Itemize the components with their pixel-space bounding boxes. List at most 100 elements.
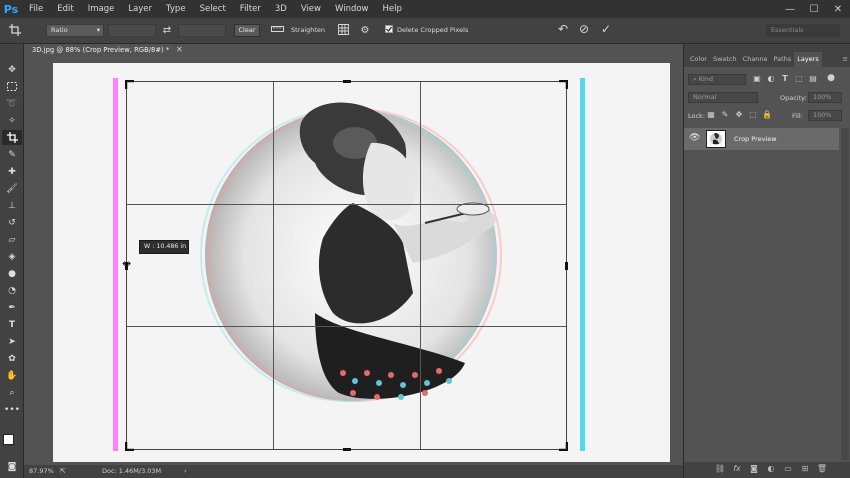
custom-shape-tool-icon[interactable]: ✿ [2, 351, 22, 366]
lock-position-icon[interactable]: ✥ [734, 110, 744, 119]
lock-image-icon[interactable]: ✎ [720, 110, 730, 119]
menu-help[interactable]: Help [376, 0, 409, 18]
layer-filter-kind[interactable]: ⌕ Kind [688, 74, 746, 85]
menu-select[interactable]: Select [193, 0, 233, 18]
workspace-dropdown[interactable]: Essentials [766, 24, 840, 37]
dodge-tool-icon[interactable]: ◔ [2, 283, 22, 298]
more-tools-icon[interactable]: ••• [2, 402, 22, 417]
menu-filter[interactable]: Filter [233, 0, 268, 18]
clone-stamp-tool-icon[interactable]: ⊥ [2, 198, 22, 213]
reset-icon[interactable]: ↶ [556, 23, 570, 36]
straighten-icon[interactable] [270, 24, 284, 38]
filter-shape-icon[interactable]: ⬚ [794, 74, 804, 83]
zoom-tool-icon[interactable]: ⌕ [2, 385, 22, 400]
height-field[interactable] [178, 24, 226, 37]
crop-box[interactable] [125, 80, 568, 451]
lasso-tool-icon[interactable]: ➰ [2, 96, 22, 111]
document-tab[interactable]: 3D.jpg @ 88% (Crop Preview, RGB/8#) * ✕ [24, 44, 184, 59]
menu-edit[interactable]: Edit [50, 0, 80, 18]
panel-menu-icon[interactable]: ≡ [840, 52, 850, 67]
tab-paths[interactable]: Paths [771, 52, 795, 67]
commit-checkmark-icon[interactable]: ✓ [599, 23, 613, 36]
opacity-field[interactable]: 100% [808, 92, 842, 103]
zoom-level[interactable]: 87.97% [29, 467, 54, 475]
clear-button[interactable]: Clear [234, 24, 260, 37]
share-icon[interactable]: ⇱ [60, 467, 65, 475]
width-field[interactable] [108, 24, 156, 37]
crop-handle-top-left[interactable] [125, 80, 135, 90]
crop-handle-bottom[interactable] [343, 448, 351, 451]
link-layers-icon[interactable]: ⛓ [714, 464, 726, 473]
lock-artboard-icon[interactable]: ⬚ [748, 110, 758, 119]
paint-bucket-tool-icon[interactable]: ◈ [2, 249, 22, 264]
tab-layers[interactable]: Layers [794, 52, 822, 67]
lock-transparent-icon[interactable]: ▦ [706, 110, 716, 119]
filter-smart-object-icon[interactable]: ▤ [808, 74, 818, 83]
layer-name[interactable]: Crop Preview [734, 135, 777, 143]
path-selection-tool-icon[interactable]: ➤ [2, 334, 22, 349]
crop-tool-icon[interactable] [2, 130, 22, 145]
tab-channels[interactable]: Channe [740, 52, 771, 67]
crop-handle-top-right[interactable] [558, 80, 568, 90]
move-tool-icon[interactable]: ✥ [2, 62, 22, 77]
crop-handle-bottom-right[interactable] [558, 441, 568, 451]
straighten-label[interactable]: Straighten [291, 24, 325, 37]
magic-wand-tool-icon[interactable]: ✧ [2, 113, 22, 128]
menu-type[interactable]: Type [159, 0, 193, 18]
minimize-button[interactable]: — [778, 0, 802, 18]
new-group-icon[interactable]: ▭ [782, 464, 794, 473]
marquee-tool-icon[interactable] [2, 79, 22, 94]
eraser-tool-icon[interactable]: ▱ [2, 232, 22, 247]
canvas-area[interactable]: ↔ W : 10.486 in [24, 59, 683, 465]
menu-window[interactable]: Window [328, 0, 376, 18]
filter-pixel-icon[interactable]: ▣ [752, 74, 762, 83]
menu-3d[interactable]: 3D [268, 0, 294, 18]
filter-type-icon[interactable]: T [780, 74, 790, 83]
status-menu-arrow-icon[interactable]: › [184, 467, 187, 475]
filter-adjustment-icon[interactable]: ◐ [766, 74, 776, 83]
new-adjustment-layer-icon[interactable]: ◐ [765, 464, 777, 473]
quick-mask-icon[interactable]: ◙ [2, 459, 22, 474]
overlay-grid-icon[interactable] [336, 24, 350, 39]
blend-mode-dropdown[interactable]: Normal [688, 92, 758, 103]
swap-arrows-icon[interactable]: ⇄ [160, 24, 174, 37]
healing-brush-tool-icon[interactable]: ✚ [2, 164, 22, 179]
menu-image[interactable]: Image [81, 0, 122, 18]
history-brush-tool-icon[interactable]: ↺ [2, 215, 22, 230]
type-tool-icon[interactable]: T [2, 317, 22, 332]
filter-toggle-icon[interactable]: ● [826, 73, 836, 83]
maximize-button[interactable]: ☐ [802, 0, 826, 18]
new-layer-icon[interactable]: ⊞ [799, 464, 811, 473]
eye-icon[interactable]: 👁 [689, 133, 700, 143]
crop-tool-preset-icon[interactable] [8, 24, 22, 40]
menu-file[interactable]: File [22, 0, 50, 18]
delete-cropped-checkbox[interactable] [384, 24, 394, 37]
cancel-icon[interactable]: ⊘ [577, 23, 591, 36]
close-button[interactable]: ✕ [826, 0, 850, 18]
hand-tool-icon[interactable]: ✋ [2, 368, 22, 383]
crop-handle-bottom-left[interactable] [125, 441, 135, 451]
document-canvas[interactable]: ↔ W : 10.486 in [53, 63, 670, 462]
blur-tool-icon[interactable]: ● [2, 266, 22, 281]
ratio-dropdown[interactable]: Ratio ▾ [46, 24, 104, 37]
layer-row[interactable]: 👁 Crop Preview [684, 128, 839, 150]
fill-field[interactable]: 100% [808, 110, 842, 121]
tab-swatches[interactable]: Swatch [710, 52, 740, 67]
menu-view[interactable]: View [294, 0, 328, 18]
crop-grid-line-v1 [273, 82, 274, 449]
gear-icon[interactable]: ⚙ [358, 24, 372, 37]
layers-scrollbar[interactable] [841, 128, 849, 460]
delete-layer-icon[interactable]: 🗑 [816, 464, 828, 473]
brush-tool-icon[interactable]: 🖌 [2, 181, 22, 196]
crop-handle-right[interactable] [565, 262, 568, 270]
add-mask-icon[interactable]: ◙ [748, 464, 760, 473]
foreground-color-swatch[interactable] [3, 434, 14, 445]
crop-handle-top[interactable] [343, 80, 351, 83]
menu-layer[interactable]: Layer [121, 0, 159, 18]
pen-tool-icon[interactable]: ✒ [2, 300, 22, 315]
eyedropper-tool-icon[interactable]: ✎ [2, 147, 22, 162]
close-tab-icon[interactable]: ✕ [176, 45, 183, 54]
lock-all-icon[interactable]: 🔒 [762, 110, 772, 119]
layer-style-fx-icon[interactable]: fx [731, 464, 743, 473]
tab-color[interactable]: Color [687, 52, 710, 67]
